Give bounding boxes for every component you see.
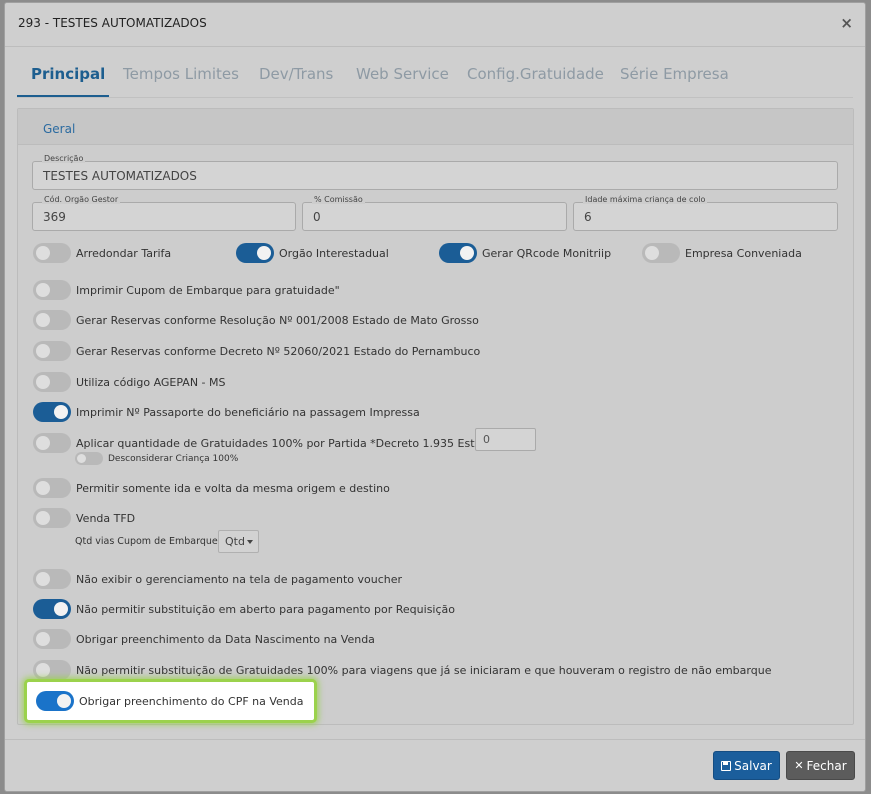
ida-volta-row: Permitir somente ida e volta da mesma or…: [33, 478, 390, 498]
save-button-label: Salvar: [734, 758, 772, 773]
orgao-interestadual-toggle[interactable]: [236, 243, 274, 263]
idade-crianca-field[interactable]: Idade máxima criança de colo 6: [573, 195, 838, 231]
nao-permitir-requisicao-toggle[interactable]: [33, 599, 71, 619]
ida-volta-toggle[interactable]: [33, 478, 71, 498]
empresa-conveniada-row: Empresa Conveniada: [642, 243, 802, 263]
desconsiderar-crianca-toggle[interactable]: [75, 452, 103, 465]
save-button[interactable]: Salvar: [713, 751, 780, 780]
close-x-icon: ✕: [794, 759, 804, 772]
reservas-resolucao-row: Gerar Reservas conforme Resolução Nº 001…: [33, 310, 479, 330]
arredondar-tarifa-row: Arredondar Tarifa: [33, 243, 171, 263]
descricao-value: TESTES AUTOMATIZADOS: [43, 169, 197, 183]
obrigar-cpf-label: Obrigar preenchimento do CPF na Venda: [79, 694, 304, 708]
highlighted-cpf-option: Obrigar preenchimento do CPF na Venda: [24, 679, 317, 723]
reservas-decreto-label: Gerar Reservas conforme Decreto Nº 52060…: [76, 344, 481, 358]
obrigar-data-nascimento-row: Obrigar preenchimento da Data Nascimento…: [33, 629, 375, 649]
nao-permitir-gratuidades-row: Não permitir substituição de Gratuidades…: [33, 660, 771, 680]
tab-web-service[interactable]: Web Service: [356, 65, 449, 83]
orgao-interestadual-row: Orgão Interestadual: [236, 243, 389, 263]
tab-config-gratuidade[interactable]: Config.Gratuidade: [467, 65, 604, 83]
qtd-vias-dropdown[interactable]: Qtd: [218, 530, 259, 553]
section-title-geral[interactable]: Geral: [43, 122, 75, 136]
gratuidades-quantity-value: 0: [483, 433, 490, 446]
ida-volta-label: Permitir somente ida e volta da mesma or…: [76, 481, 390, 495]
arredondar-tarifa-toggle[interactable]: [33, 243, 71, 263]
desconsiderar-crianca-row: Desconsiderar Criança 100%: [75, 452, 238, 465]
desconsiderar-crianca-label: Desconsiderar Criança 100%: [108, 453, 239, 464]
orgao-gestor-label: Cód. Orgão Gestor: [42, 195, 121, 204]
qtd-vias-label: Qtd vias Cupom de Embarque: [75, 536, 218, 547]
codigo-agepan-toggle[interactable]: [33, 372, 71, 392]
gerar-qrcode-label: Gerar QRcode Monitriip: [482, 246, 612, 260]
orgao-interestadual-label: Orgão Interestadual: [279, 246, 389, 260]
geral-panel: Geral Descrição TESTES AUTOMATIZADOS Cód…: [17, 108, 854, 725]
idade-crianca-value: 6: [584, 210, 592, 224]
venda-tfd-row: Venda TFD: [33, 508, 135, 528]
tab-dev-trans[interactable]: Dev/Trans: [259, 65, 333, 83]
codigo-agepan-row: Utiliza código AGEPAN - MS: [33, 372, 226, 392]
gratuidades-quantity-input[interactable]: 0: [475, 428, 536, 451]
imprimir-passaporte-label: Imprimir Nº Passaporte do beneficiário n…: [76, 405, 420, 419]
reservas-resolucao-label: Gerar Reservas conforme Resolução Nº 001…: [76, 313, 479, 327]
imprimir-cupom-row: Imprimir Cupom de Embarque para gratuida…: [33, 280, 340, 300]
nao-permitir-gratuidades-toggle[interactable]: [33, 660, 71, 680]
close-icon[interactable]: ×: [840, 15, 853, 31]
save-icon: [721, 760, 732, 771]
nao-permitir-requisicao-label: Não permitir substituição em aberto para…: [76, 602, 455, 616]
tab-bar: Principal Tempos Limites Dev/Trans Web S…: [17, 61, 853, 97]
reservas-decreto-row: Gerar Reservas conforme Decreto Nº 52060…: [33, 341, 480, 361]
tabs-divider: [17, 97, 853, 98]
tab-serie-empresa[interactable]: Série Empresa: [620, 65, 729, 83]
venda-tfd-toggle[interactable]: [33, 508, 71, 528]
imprimir-cupom-label: Imprimir Cupom de Embarque para gratuida…: [76, 283, 340, 297]
descricao-field[interactable]: Descrição TESTES AUTOMATIZADOS: [32, 154, 838, 190]
aplicar-gratuidades-row: Aplicar quantidade de Gratuidades 100% p…: [33, 433, 517, 453]
nao-exibir-voucher-row: Não exibir o gerenciamento na tela de pa…: [33, 569, 402, 589]
footer-divider: [5, 739, 865, 740]
aplicar-gratuidades-label: Aplicar quantidade de Gratuidades 100% p…: [76, 436, 518, 450]
close-button-label: Fechar: [806, 758, 847, 773]
gerar-qrcode-row: Gerar QRcode Monitriip: [439, 243, 611, 263]
qtd-vias-dropdown-label: Qtd: [225, 535, 245, 548]
idade-crianca-label: Idade máxima criança de colo: [583, 195, 708, 204]
modal-header: 293 - TESTES AUTOMATIZADOS ×: [5, 3, 865, 47]
caret-down-icon: [246, 540, 253, 544]
descricao-label: Descrição: [42, 154, 86, 163]
gerar-qrcode-toggle[interactable]: [439, 243, 477, 263]
obrigar-cpf-row: Obrigar preenchimento do CPF na Venda: [36, 691, 304, 711]
orgao-gestor-value: 369: [43, 210, 66, 224]
panel-header: Geral: [18, 109, 853, 145]
venda-tfd-label: Venda TFD: [76, 511, 136, 525]
imprimir-passaporte-toggle[interactable]: [33, 402, 71, 422]
nao-permitir-gratuidades-label: Não permitir substituição de Gratuidades…: [76, 663, 772, 677]
aplicar-gratuidades-toggle[interactable]: [33, 433, 71, 453]
empresa-conveniada-toggle[interactable]: [642, 243, 680, 263]
nao-exibir-voucher-toggle[interactable]: [33, 569, 71, 589]
arredondar-tarifa-label: Arredondar Tarifa: [76, 246, 172, 260]
reservas-decreto-toggle[interactable]: [33, 341, 71, 361]
obrigar-data-nascimento-label: Obrigar preenchimento da Data Nascimento…: [76, 632, 375, 646]
imprimir-passaporte-row: Imprimir Nº Passaporte do beneficiário n…: [33, 402, 420, 422]
tab-principal[interactable]: Principal: [31, 65, 105, 83]
tab-tempos-limites[interactable]: Tempos Limites: [123, 65, 239, 83]
nao-permitir-requisicao-row: Não permitir substituição em aberto para…: [33, 599, 455, 619]
modal-title: 293 - TESTES AUTOMATIZADOS: [18, 16, 207, 30]
modal-dialog: 293 - TESTES AUTOMATIZADOS × Principal T…: [4, 2, 866, 792]
codigo-agepan-label: Utiliza código AGEPAN - MS: [76, 375, 226, 389]
reservas-resolucao-toggle[interactable]: [33, 310, 71, 330]
orgao-gestor-field[interactable]: Cód. Orgão Gestor 369: [32, 195, 296, 231]
close-button[interactable]: ✕ Fechar: [786, 751, 855, 780]
empresa-conveniada-label: Empresa Conveniada: [685, 246, 802, 260]
imprimir-cupom-toggle[interactable]: [33, 280, 71, 300]
comissao-field[interactable]: % Comissão 0: [302, 195, 567, 231]
nao-exibir-voucher-label: Não exibir o gerenciamento na tela de pa…: [76, 572, 403, 586]
obrigar-cpf-toggle[interactable]: [36, 691, 74, 711]
comissao-label: % Comissão: [312, 195, 365, 204]
obrigar-data-nascimento-toggle[interactable]: [33, 629, 71, 649]
comissao-value: 0: [313, 210, 321, 224]
